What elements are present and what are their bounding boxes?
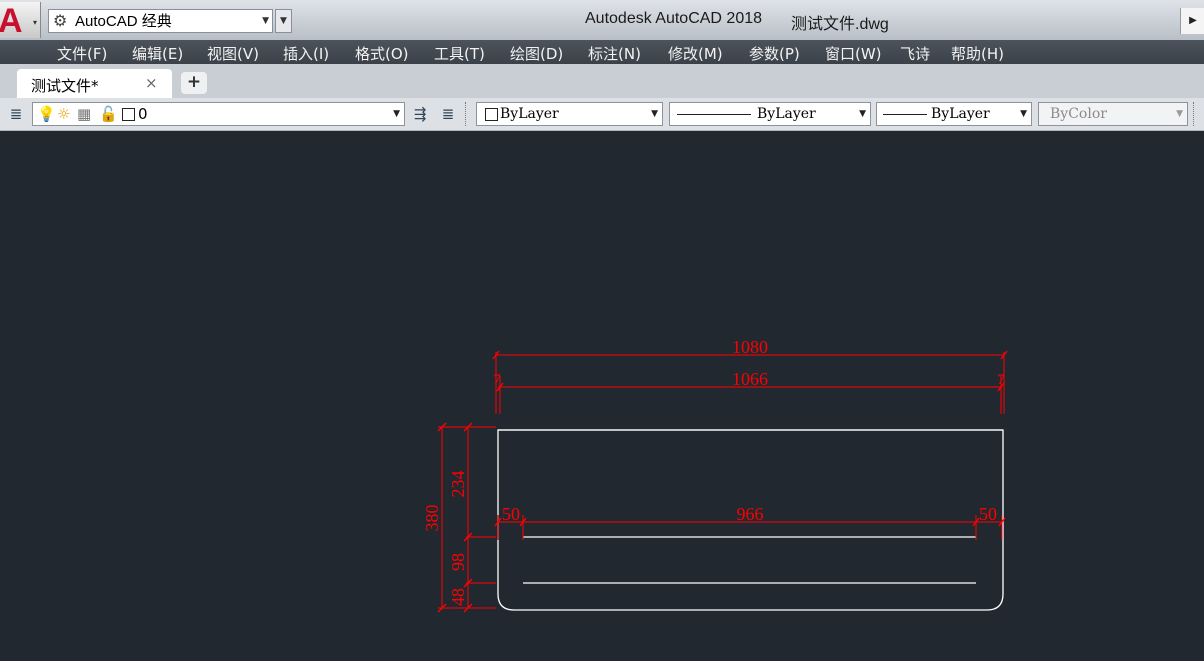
dim-text-50-left: 50	[502, 504, 520, 524]
menu-dimension[interactable]: 标注(N)	[588, 43, 641, 64]
linetype-dropdown[interactable]: ByLayer ▼	[669, 102, 871, 126]
workspace-selector[interactable]: ⚙ AutoCAD 经典 ▼	[48, 9, 273, 33]
autocad-logo-icon: A	[0, 2, 23, 40]
dimension-text-group: 1080 1066 7 7 50 966 50 380 234 98 48	[422, 337, 1005, 606]
plotstyle-dropdown: ByColor ▼	[1038, 102, 1188, 126]
lineweight-sample	[883, 114, 927, 115]
chevron-down-icon: ▼	[651, 109, 658, 119]
menu-help[interactable]: 帮助(H)	[951, 43, 1004, 64]
layer-color-swatch	[122, 108, 135, 121]
layer-properties-icon[interactable]: ≣	[5, 103, 27, 125]
menu-window[interactable]: 窗口(W)	[825, 43, 882, 64]
dimension-group	[437, 350, 1008, 613]
customize-quick-access-button[interactable]: ▼	[275, 9, 292, 33]
menu-format[interactable]: 格式(O)	[355, 43, 409, 64]
application-menu-button[interactable]: A ▾	[0, 2, 41, 38]
dim-text-7-right: 7	[997, 372, 1005, 388]
viewport-freeze-icon[interactable]: ▦	[77, 104, 91, 124]
menu-edit[interactable]: 编辑(E)	[132, 43, 183, 64]
toolbar-grip[interactable]	[465, 102, 469, 126]
workspace-label: AutoCAD 经典	[75, 13, 172, 30]
dim-text-966: 966	[737, 504, 764, 524]
dim-text-7-left: 7	[493, 372, 501, 388]
close-icon[interactable]: ×	[145, 74, 158, 92]
tab-label: 测试文件*	[31, 77, 99, 95]
menu-insert[interactable]: 插入(I)	[283, 43, 329, 64]
menu-parametric[interactable]: 参数(P)	[749, 43, 800, 64]
layer-previous-icon[interactable]: ≣	[437, 103, 459, 125]
dim-text-48: 48	[448, 588, 468, 606]
title-bar: A ▾ ⚙ AutoCAD 经典 ▼ ▼ Autodesk AutoCAD 20…	[0, 0, 1204, 40]
freeze-sun-icon[interactable]: ☼	[57, 104, 70, 124]
dim-text-98: 98	[448, 553, 468, 571]
dim-text-1066: 1066	[732, 369, 768, 389]
lightbulb-icon[interactable]: 💡	[37, 104, 56, 124]
dim-text-234: 234	[448, 471, 468, 498]
properties-toolbar: ≣ 💡 ☼ ▦ 🔓 0 ▼ ⇶ ≣ ByLayer ▼ ByLayer ▼ By…	[0, 98, 1204, 131]
tick-marks	[437, 350, 1008, 613]
menu-bar: 文件(F) 编辑(E) 视图(V) 插入(I) 格式(O) 工具(T) 绘图(D…	[0, 40, 1204, 64]
lineweight-value: ByLayer	[931, 106, 990, 122]
lineweight-dropdown[interactable]: ByLayer ▼	[876, 102, 1032, 126]
linetype-sample	[677, 114, 751, 115]
unlock-icon[interactable]: 🔓	[99, 104, 118, 124]
dim-text-1080: 1080	[732, 337, 768, 357]
linetype-value: ByLayer	[757, 106, 816, 122]
chevron-down-icon: ▼	[1020, 109, 1027, 119]
chevron-down-icon: ▼	[262, 16, 269, 26]
layer-name: 0	[138, 105, 148, 123]
drawing-canvas[interactable]: 1080 1066 7 7 50 966 50 380 234 98 48	[0, 131, 1204, 661]
app-title: Autodesk AutoCAD 2018	[585, 10, 763, 27]
make-current-layer-icon[interactable]: ⇶	[409, 103, 431, 125]
menu-feishi[interactable]: 飞诗	[900, 43, 930, 64]
menu-tools[interactable]: 工具(T)	[434, 43, 485, 64]
toolbar-grip[interactable]	[1193, 102, 1197, 126]
chevron-down-icon: ▼	[1176, 109, 1183, 119]
tab-test-file[interactable]: 测试文件* ×	[17, 69, 172, 98]
gear-icon: ⚙	[53, 11, 68, 30]
color-swatch	[485, 108, 498, 121]
chevron-down-icon: ▾	[32, 18, 37, 27]
menu-file[interactable]: 文件(F)	[57, 43, 107, 64]
document-title: 测试文件.dwg	[791, 16, 889, 33]
menu-draw[interactable]: 绘图(D)	[510, 43, 563, 64]
new-tab-button[interactable]: +	[181, 72, 207, 94]
layer-dropdown[interactable]: 💡 ☼ ▦ 🔓 0 ▼	[32, 102, 405, 126]
chevron-down-icon: ▼	[393, 109, 400, 119]
dim-text-50-right: 50	[979, 504, 997, 524]
dim-text-380: 380	[422, 505, 442, 532]
chevron-down-icon: ▼	[859, 109, 866, 119]
color-dropdown[interactable]: ByLayer ▼	[476, 102, 663, 126]
expand-right-button[interactable]: ▶	[1180, 8, 1204, 34]
menu-view[interactable]: 视图(V)	[207, 43, 259, 64]
plotstyle-value: ByColor	[1050, 106, 1107, 122]
model-space-drawing: 1080 1066 7 7 50 966 50 380 234 98 48	[422, 337, 1008, 613]
menu-modify[interactable]: 修改(M)	[668, 43, 723, 64]
color-value: ByLayer	[500, 106, 559, 122]
